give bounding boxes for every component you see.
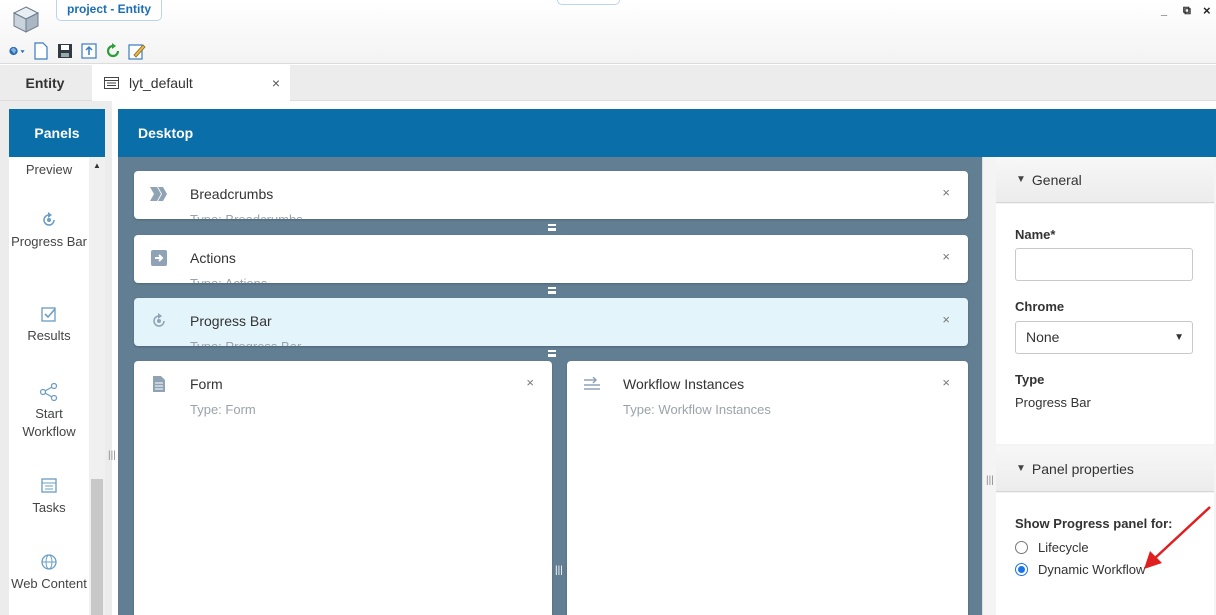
top-notch bbox=[557, 0, 620, 5]
name-label: Name* bbox=[1015, 227, 1056, 242]
window-title: project - Entity bbox=[56, 0, 163, 21]
scroll-thumb[interactable] bbox=[91, 479, 103, 615]
desktop-header: Desktop bbox=[118, 109, 1216, 157]
export-icon[interactable] bbox=[80, 42, 98, 60]
resize-grip-1[interactable] bbox=[548, 224, 556, 231]
panel-item-label: Tasks bbox=[32, 500, 66, 515]
workflow-icon bbox=[9, 382, 89, 402]
general-section-header[interactable]: ▼ General bbox=[996, 157, 1214, 203]
tab-close-icon[interactable]: × bbox=[272, 75, 280, 91]
panel-item-results[interactable]: Results bbox=[9, 305, 89, 345]
panels-list: Preview Progress Bar Results Start Workf… bbox=[9, 157, 105, 615]
cube-logo-icon bbox=[12, 5, 40, 33]
panel-properties-section-header[interactable]: ▼ Panel properties bbox=[996, 446, 1214, 492]
close-icon[interactable]: × bbox=[942, 185, 950, 200]
chrome-selected-value: None bbox=[1026, 329, 1060, 345]
panel-item-label: Preview bbox=[25, 162, 73, 177]
scroll-up-icon[interactable]: ▲ bbox=[93, 161, 101, 170]
collapse-triangle-icon: ▼ bbox=[1016, 174, 1026, 185]
panel-card-progress-bar[interactable]: Progress Bar Type: Progress Bar × bbox=[134, 298, 968, 346]
results-check-icon bbox=[9, 305, 89, 323]
chrome-label: Chrome bbox=[1015, 299, 1065, 314]
radio-label: Dynamic Workflow bbox=[1038, 562, 1146, 577]
radio-label: Lifecycle bbox=[1038, 540, 1089, 555]
panel-item-preview[interactable]: Preview bbox=[9, 161, 89, 179]
card-title: Progress Bar bbox=[190, 313, 272, 329]
close-icon[interactable]: × bbox=[526, 375, 534, 390]
panel-item-web-content[interactable]: Web Content bbox=[9, 553, 89, 593]
type-value: Progress Bar bbox=[1015, 395, 1091, 410]
panel-card-actions[interactable]: Actions Type: Actions × bbox=[134, 235, 968, 283]
card-type: Type: Progress Bar bbox=[190, 339, 301, 346]
general-section-body: Name* Chrome None ▼ Type Progress Bar bbox=[996, 204, 1214, 444]
vertical-resize-grip[interactable]: ||| bbox=[555, 565, 563, 576]
card-type: Type: Workflow Instances bbox=[623, 402, 771, 417]
card-title: Breadcrumbs bbox=[190, 186, 274, 202]
right-splitter[interactable]: ||| bbox=[982, 157, 996, 615]
name-input[interactable] bbox=[1015, 248, 1193, 281]
save-icon[interactable] bbox=[56, 42, 74, 60]
close-window-button[interactable]: × bbox=[1203, 3, 1211, 18]
left-splitter-handle[interactable]: ||| bbox=[108, 450, 116, 461]
tab-entity[interactable]: Entity bbox=[0, 65, 90, 101]
edit-icon[interactable] bbox=[128, 42, 146, 60]
splitter-grip-icon: ||| bbox=[986, 475, 994, 486]
card-title: Form bbox=[190, 376, 223, 392]
progress-cycle-icon bbox=[150, 312, 168, 330]
tab-label: lyt_default bbox=[129, 75, 193, 91]
card-type: Type: Breadcrumbs bbox=[190, 212, 303, 219]
card-type: Type: Form bbox=[190, 402, 256, 417]
restore-button[interactable]: ⧉ bbox=[1183, 5, 1191, 18]
panel-item-progress-bar[interactable]: Progress Bar bbox=[9, 211, 89, 251]
toolbar bbox=[8, 42, 146, 60]
breadcrumbs-icon bbox=[150, 185, 168, 203]
minimize-button[interactable]: _ bbox=[1161, 5, 1167, 17]
chevron-down-icon: ▼ bbox=[1174, 332, 1184, 343]
type-label: Type bbox=[1015, 372, 1045, 387]
panel-item-label: Start Workflow bbox=[22, 406, 76, 439]
collapse-triangle-icon: ▼ bbox=[1016, 463, 1026, 474]
panel-item-label: Web Content bbox=[11, 576, 87, 591]
card-type: Type: Actions bbox=[190, 276, 267, 283]
resize-grip-3[interactable] bbox=[548, 350, 556, 357]
close-icon[interactable]: × bbox=[942, 312, 950, 327]
panels-header: Panels bbox=[9, 109, 105, 157]
tab-lyt-default[interactable]: lyt_default × bbox=[92, 65, 290, 101]
section-title: Panel properties bbox=[1031, 460, 1134, 477]
panels-scrollbar[interactable]: ▲ bbox=[89, 157, 105, 615]
globe-dropdown-icon[interactable] bbox=[8, 42, 26, 60]
title-bar: project - Entity _ ⧉ × bbox=[0, 0, 1216, 64]
layout-canvas: Breadcrumbs Type: Breadcrumbs × Actions … bbox=[118, 157, 982, 615]
panel-item-start-workflow[interactable]: Start Workflow bbox=[9, 382, 89, 441]
card-title: Workflow Instances bbox=[623, 376, 745, 392]
panel-item-label: Results bbox=[27, 328, 71, 343]
panel-card-form[interactable]: Form Type: Form × bbox=[134, 361, 552, 615]
panel-card-workflow-instances[interactable]: Workflow Instances Type: Workflow Instan… bbox=[567, 361, 968, 615]
section-title: General bbox=[1031, 171, 1082, 188]
radio-button[interactable] bbox=[1015, 541, 1028, 554]
form-document-icon bbox=[150, 375, 168, 393]
card-title: Actions bbox=[190, 250, 236, 266]
close-icon[interactable]: × bbox=[942, 249, 950, 264]
panel-item-label: Progress Bar bbox=[11, 234, 87, 249]
panel-item-tasks[interactable]: Tasks bbox=[9, 477, 89, 517]
radio-lifecycle[interactable]: Lifecycle bbox=[1015, 540, 1089, 555]
progress-cycle-icon bbox=[9, 211, 89, 229]
workflow-instances-icon bbox=[583, 375, 601, 393]
radio-dynamic-workflow[interactable]: Dynamic Workflow bbox=[1015, 562, 1145, 577]
tab-strip: Entity lyt_default × bbox=[0, 65, 1216, 101]
refresh-icon[interactable] bbox=[104, 42, 122, 60]
panel-card-breadcrumbs[interactable]: Breadcrumbs Type: Breadcrumbs × bbox=[134, 171, 968, 219]
tasks-list-icon bbox=[9, 477, 89, 495]
layout-icon bbox=[104, 77, 119, 89]
annotation-arrow-icon bbox=[1144, 506, 1211, 569]
new-document-icon[interactable] bbox=[32, 42, 50, 60]
actions-arrow-icon bbox=[150, 249, 168, 267]
globe-icon bbox=[9, 553, 89, 571]
close-icon[interactable]: × bbox=[942, 375, 950, 390]
panels-column: Panels Preview Progress Bar Results Star… bbox=[0, 101, 112, 615]
chrome-select[interactable]: None ▼ bbox=[1015, 321, 1193, 354]
radio-button-checked[interactable] bbox=[1015, 563, 1028, 576]
resize-grip-2[interactable] bbox=[548, 287, 556, 294]
